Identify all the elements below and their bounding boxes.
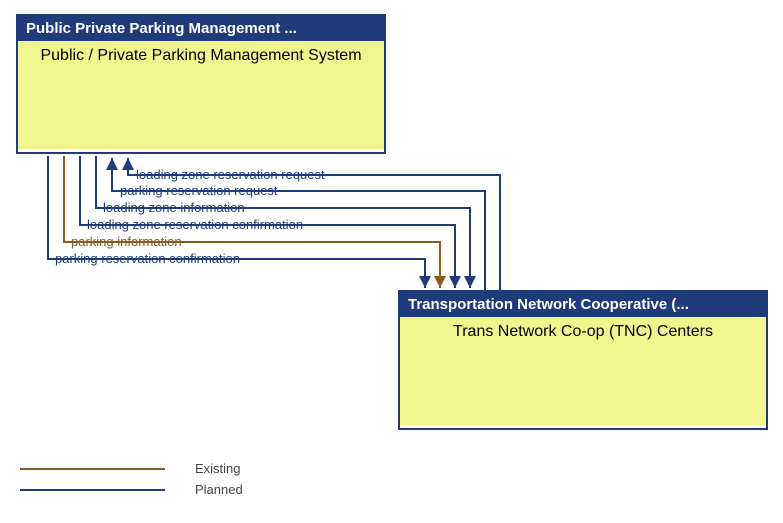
legend-label: Existing [195, 461, 241, 476]
legend-row-existing: Existing [20, 461, 243, 476]
entity-body-text: Public / Private Parking Management Syst… [40, 47, 361, 65]
entity-body-text: Trans Network Co-op (TNC) Centers [453, 323, 713, 341]
legend: Existing Planned [20, 461, 243, 503]
legend-line-existing [20, 468, 165, 470]
flow-label: parking information [71, 234, 182, 249]
entity-header: Transportation Network Cooperative (... [400, 292, 766, 317]
entity-body: Public / Private Parking Management Syst… [18, 41, 384, 149]
entity-box-parking-mgmt[interactable]: Public Private Parking Management ... Pu… [16, 14, 386, 154]
legend-label: Planned [195, 482, 243, 497]
flow-label: parking reservation confirmation [55, 251, 240, 266]
flow-label: loading zone reservation confirmation [87, 217, 303, 232]
flow-label: loading zone reservation request [136, 167, 325, 182]
flow-label: parking reservation request [120, 183, 278, 198]
entity-header: Public Private Parking Management ... [18, 16, 384, 41]
legend-line-planned [20, 489, 165, 491]
entity-body: Trans Network Co-op (TNC) Centers [400, 317, 766, 425]
flow-label: loading zone information [103, 200, 245, 215]
entity-box-tnc-centers[interactable]: Transportation Network Cooperative (... … [398, 290, 768, 430]
legend-row-planned: Planned [20, 482, 243, 497]
